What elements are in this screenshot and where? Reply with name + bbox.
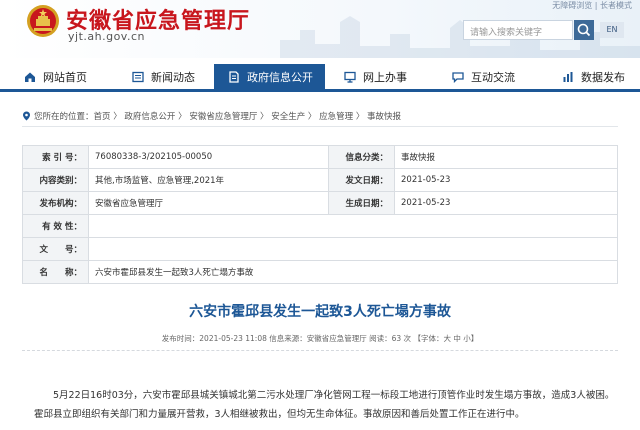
nav-item-label: 互动交流 (471, 71, 515, 84)
nav-item-label: 新闻动态 (151, 71, 195, 84)
docno-label: 文 号： (22, 237, 89, 261)
index-label: 索 引 号： (22, 145, 89, 169)
nav-item-label: 政府信息公开 (247, 71, 313, 84)
home-icon (25, 72, 35, 82)
gendate-label: 生成日期： (328, 191, 395, 215)
docno-value (88, 237, 618, 261)
search-icon (577, 23, 591, 37)
table-row: 发布机构： 安徽省应急管理厅 生成日期： 2021-05-23 (22, 191, 618, 215)
breadcrumb: 您所在的位置：首页 〉 政府信息公开 〉 安徽省应急管理厅 〉 安全生产 〉 应… (22, 110, 401, 122)
site-domain: yjt.ah.gov.cn (68, 30, 145, 43)
article-meta[interactable]: 发布时间：2021-05-23 11:08 信息来源：安徽省应急管理厅 阅读：6… (0, 333, 640, 344)
nav-item-label: 数据发布 (581, 71, 625, 84)
nav-item-news[interactable]: 新闻动态 (132, 64, 195, 92)
info-table: 索 引 号： 76080338-3/202105-00050 信息分类： 事故快… (22, 145, 618, 284)
name-label: 名 称： (22, 260, 89, 284)
top-links[interactable]: 无障碍浏览 | 长者模式 (552, 0, 632, 11)
breadcrumb-path[interactable]: 首页 〉 政府信息公开 〉 安徽省应急管理厅 〉 安全生产 〉 应急管理 〉 事… (94, 112, 402, 122)
monitor-icon (344, 71, 356, 83)
chat-icon (452, 72, 464, 83)
search-input[interactable]: 请输入搜索关键字 (463, 20, 573, 40)
nav-item-data-release[interactable]: 数据发布 (562, 64, 625, 92)
divider (22, 126, 618, 127)
document-icon (229, 71, 239, 83)
site-header: 安徽省应急管理厅 yjt.ah.gov.cn 无障碍浏览 | 长者模式 请输入搜… (0, 0, 640, 58)
national-emblem-icon (27, 5, 59, 37)
breadcrumb-prefix: 您所在的位置： (34, 112, 94, 122)
table-row: 有 效 性： (22, 214, 618, 238)
table-row: 名 称： 六安市霍邱县发生一起致3人死亡塌方事故 (22, 260, 618, 284)
nav-item-home[interactable]: 网站首页 (24, 64, 87, 92)
category-value: 事故快报 (394, 145, 618, 169)
article-body: 5月22日16时03分，六安市霍邱县城关镇城北第二污水处理厂净化管网工程一标段工… (34, 390, 615, 420)
name-value: 六安市霍邱县发生一起致3人死亡塌方事故 (88, 260, 618, 284)
validity-label: 有 效 性： (22, 214, 89, 238)
article-title: 六安市霍邱县发生一起致3人死亡塌方事故 (189, 304, 451, 320)
category-label: 信息分类： (328, 145, 395, 169)
table-row: 索 引 号： 76080338-3/202105-00050 信息分类： 事故快… (22, 145, 618, 169)
org-label: 发布机构： (22, 191, 89, 215)
nav-item-label: 网站首页 (43, 71, 87, 84)
nav-item-interaction[interactable]: 互动交流 (452, 64, 515, 92)
org-value: 安徽省应急管理厅 (88, 191, 329, 215)
index-value: 76080338-3/202105-00050 (88, 145, 329, 169)
pubdate-value: 2021-05-23 (394, 168, 618, 192)
gendate-value: 2021-05-23 (394, 191, 618, 215)
topic-label: 内容类别： (22, 168, 89, 192)
divider (22, 350, 618, 351)
nav-item-online-service[interactable]: 网上办事 (344, 64, 407, 92)
main-nav: 网站首页 新闻动态 政府信息公开 网上办事 互动交流 数据发布 (0, 64, 640, 92)
validity-value (88, 214, 618, 238)
chart-icon (563, 72, 573, 82)
news-icon (132, 71, 144, 83)
location-pin-icon (23, 111, 30, 121)
table-row: 文 号： (22, 237, 618, 261)
nav-item-gov-info[interactable]: 政府信息公开 (214, 64, 325, 92)
table-row: 内容类别： 其他,市场监管、应急管理,2021年 发文日期： 2021-05-2… (22, 168, 618, 192)
search-button[interactable] (574, 20, 594, 40)
topic-value: 其他,市场监管、应急管理,2021年 (88, 168, 329, 192)
pubdate-label: 发文日期： (328, 168, 395, 192)
language-button[interactable]: EN (600, 22, 624, 38)
nav-item-label: 网上办事 (363, 71, 407, 84)
